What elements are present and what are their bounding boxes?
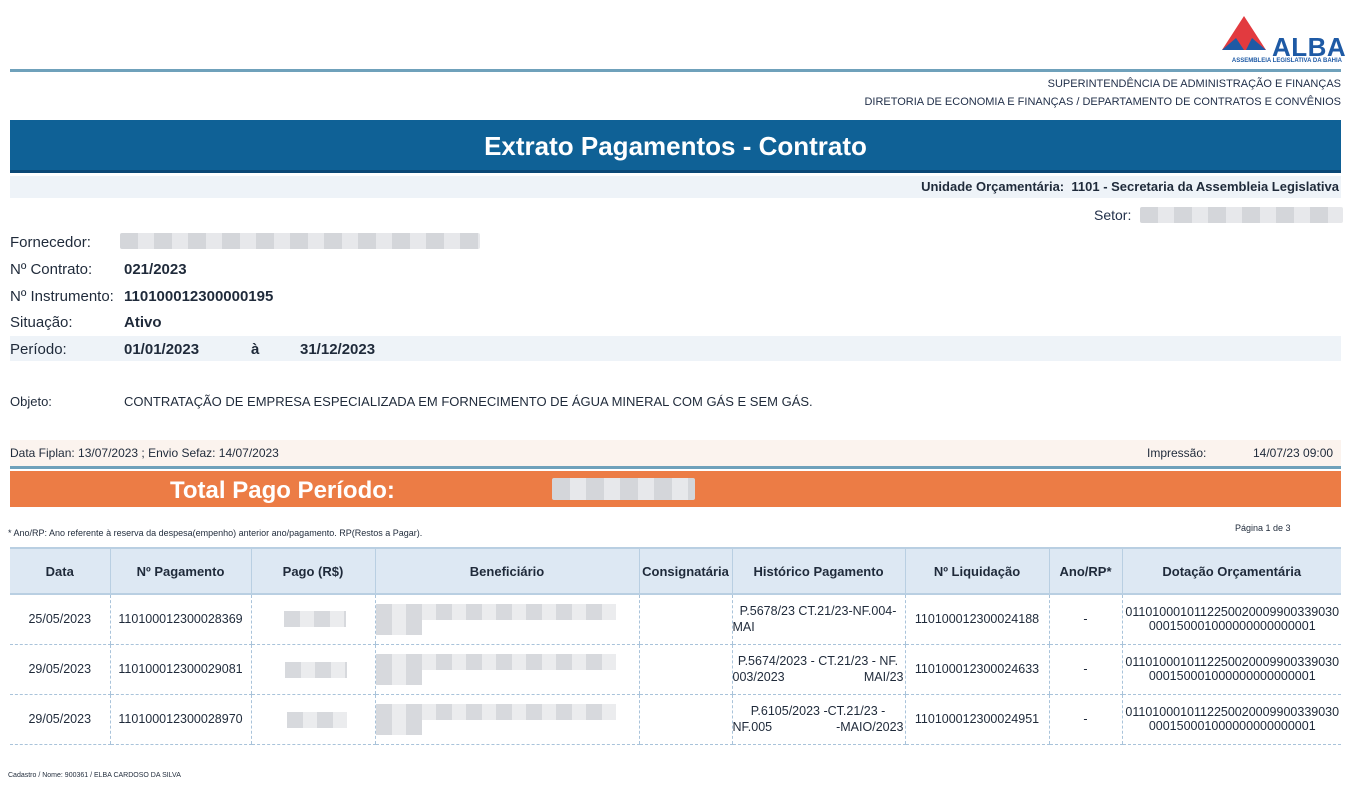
cell-ano-rp: -: [1048, 644, 1122, 695]
cell-liquidacao: 110100012300024188: [904, 594, 1049, 645]
table-header-row: Data Nº Pagamento Pago (R$) Beneficiário…: [10, 547, 1341, 595]
situacao-label: Situação:: [10, 314, 73, 331]
col-header-liquidacao: Nº Liquidação: [904, 547, 1049, 595]
col-header-pagamento: Nº Pagamento: [109, 547, 251, 595]
cell-liquidacao: 110100012300024951: [904, 694, 1049, 745]
unidade-label: Unidade Orçamentária:: [921, 179, 1065, 194]
col-header-dotacao: Dotação Orçamentária: [1121, 547, 1341, 595]
table-row: 25/05/2023 110100012300028369 P.5678/23 …: [10, 594, 1341, 645]
cell-pago: [250, 644, 375, 695]
pagination: Página 1 de 3: [1235, 523, 1291, 533]
cell-historico: P.6105/2023 -CT.21/23 - NF.005 -MAIO/202…: [731, 694, 905, 745]
dept-line-2: DIRETORIA DE ECONOMIA E FINANÇAS / DEPAR…: [864, 96, 1341, 108]
periodo-label: Período:: [10, 341, 67, 358]
unidade-value: 1101 - Secretaria da Assembleia Legislat…: [1071, 179, 1339, 194]
situacao-value: Ativo: [124, 314, 162, 331]
total-pago-label: Total Pago Período:: [170, 477, 395, 504]
fiplan-sefaz-dates: Data Fiplan: 13/07/2023 ; Envio Sefaz: 1…: [10, 446, 279, 460]
payments-table: Data Nº Pagamento Pago (R$) Beneficiário…: [10, 547, 1341, 745]
cell-dotacao: 0110100010112250020009900339030000150001…: [1121, 644, 1341, 695]
beneficiario-redacted: [375, 604, 616, 620]
col-header-historico: Histórico Pagamento: [731, 547, 905, 595]
setor-redacted: [1140, 207, 1343, 223]
contrato-label: Nº Contrato:: [10, 261, 93, 278]
col-header-data: Data: [10, 547, 110, 595]
cell-beneficiario: [374, 594, 639, 645]
cell-consignataria: [638, 594, 732, 645]
cell-pagamento: 110100012300028369: [109, 594, 251, 645]
col-header-beneficiario: Beneficiário: [374, 547, 639, 595]
beneficiario-redacted: [375, 653, 616, 670]
col-header-ano-rp: Ano/RP*: [1048, 547, 1122, 595]
pago-redacted: [284, 661, 347, 678]
cell-dotacao: 0110100010112250020009900339030000150001…: [1121, 594, 1341, 645]
table-row: 29/05/2023 110100012300029081 P.5674/202…: [10, 644, 1341, 695]
cell-consignataria: [638, 694, 732, 745]
dotacao-value: 0110100010112250020009900339030000150001…: [1125, 605, 1340, 634]
beneficiario-redacted-2: [375, 719, 422, 735]
logo-subtitle: ASSEMBLEIA LEGISLATIVA DA BAHIA: [1231, 58, 1342, 64]
cell-beneficiario: [374, 694, 639, 745]
periodo-row: [10, 336, 1341, 361]
periodo-start: 01/01/2023: [124, 341, 200, 358]
dates-rule: [10, 466, 1341, 469]
cell-data: 25/05/2023: [10, 594, 110, 645]
pago-redacted: [286, 711, 347, 728]
dept-line-1: SUPERINTENDÊNCIA DE ADMINISTRAÇÃO E FINA…: [1047, 78, 1341, 90]
dotacao-value: 0110100010112250020009900339030000150001…: [1125, 655, 1340, 683]
impressao-value: 14/07/23 09:00: [1253, 446, 1334, 460]
instrumento-value: 110100012300000195: [124, 288, 274, 305]
cell-dotacao: 0110100010112250020009900339030000150001…: [1121, 694, 1341, 745]
setor-label: Setor:: [1094, 207, 1132, 223]
page-title: Extrato Pagamentos - Contrato: [10, 120, 1341, 173]
header-rule: [10, 69, 1341, 72]
cell-liquidacao: 110100012300024633: [904, 644, 1049, 695]
objeto-value: CONTRATAÇÃO DE EMPRESA ESPECIALIZADA EM …: [124, 394, 813, 409]
fornecedor-label: Fornecedor:: [10, 234, 91, 251]
col-header-consignataria: Consignatária: [638, 547, 732, 595]
cell-ano-rp: -: [1048, 694, 1122, 745]
periodo-separator: à: [251, 341, 260, 358]
dotacao-value: 0110100010112250020009900339030000150001…: [1125, 705, 1340, 733]
impressao-label: Impressão:: [1147, 446, 1207, 460]
cell-pago: [250, 594, 375, 645]
cell-historico: P.5678/23 CT.21/23-NF.004-MAI: [731, 594, 905, 645]
cell-pagamento: 110100012300029081: [109, 644, 251, 695]
cell-data: 29/05/2023: [10, 694, 110, 745]
cell-data: 29/05/2023: [10, 644, 110, 695]
logo-wordmark: ALBA: [1272, 32, 1347, 62]
cell-beneficiario: [374, 644, 639, 695]
beneficiario-redacted: [375, 703, 616, 720]
cell-pagamento: 110100012300028970: [109, 694, 251, 745]
instrumento-label: Nº Instrumento:: [10, 288, 114, 305]
col-header-pago: Pago (R$): [250, 547, 375, 595]
periodo-end: 31/12/2023: [300, 341, 376, 358]
alba-triangle-icon: [1222, 16, 1266, 50]
alba-logo: ALBA ASSEMBLEIA LEGISLATIVA DA BAHIA: [1222, 14, 1347, 66]
table-row: 29/05/2023 110100012300028970 P.6105/202…: [10, 694, 1341, 745]
total-pago-redacted: [552, 478, 695, 500]
pago-redacted: [283, 611, 346, 627]
fornecedor-redacted: [120, 233, 480, 249]
cell-historico: P.5674/2023 - CT.21/23 - NF. 003/2023 MA…: [731, 644, 905, 695]
objeto-label: Objeto:: [10, 394, 52, 409]
contrato-value: 021/2023: [124, 261, 187, 278]
unidade-orcamentaria: Unidade Orçamentária: 1101 - Secretaria …: [10, 176, 1341, 198]
cell-consignataria: [638, 644, 732, 695]
footnote: * Ano/RP: Ano referente à reserva da des…: [8, 528, 423, 538]
cell-ano-rp: -: [1048, 594, 1122, 645]
cadastro-footer: Cadastro / Nome: 900361 / ELBA CARDOSO D…: [8, 772, 181, 779]
beneficiario-redacted-2: [375, 620, 422, 635]
beneficiario-redacted-2: [375, 669, 422, 685]
cell-pago: [250, 694, 375, 745]
